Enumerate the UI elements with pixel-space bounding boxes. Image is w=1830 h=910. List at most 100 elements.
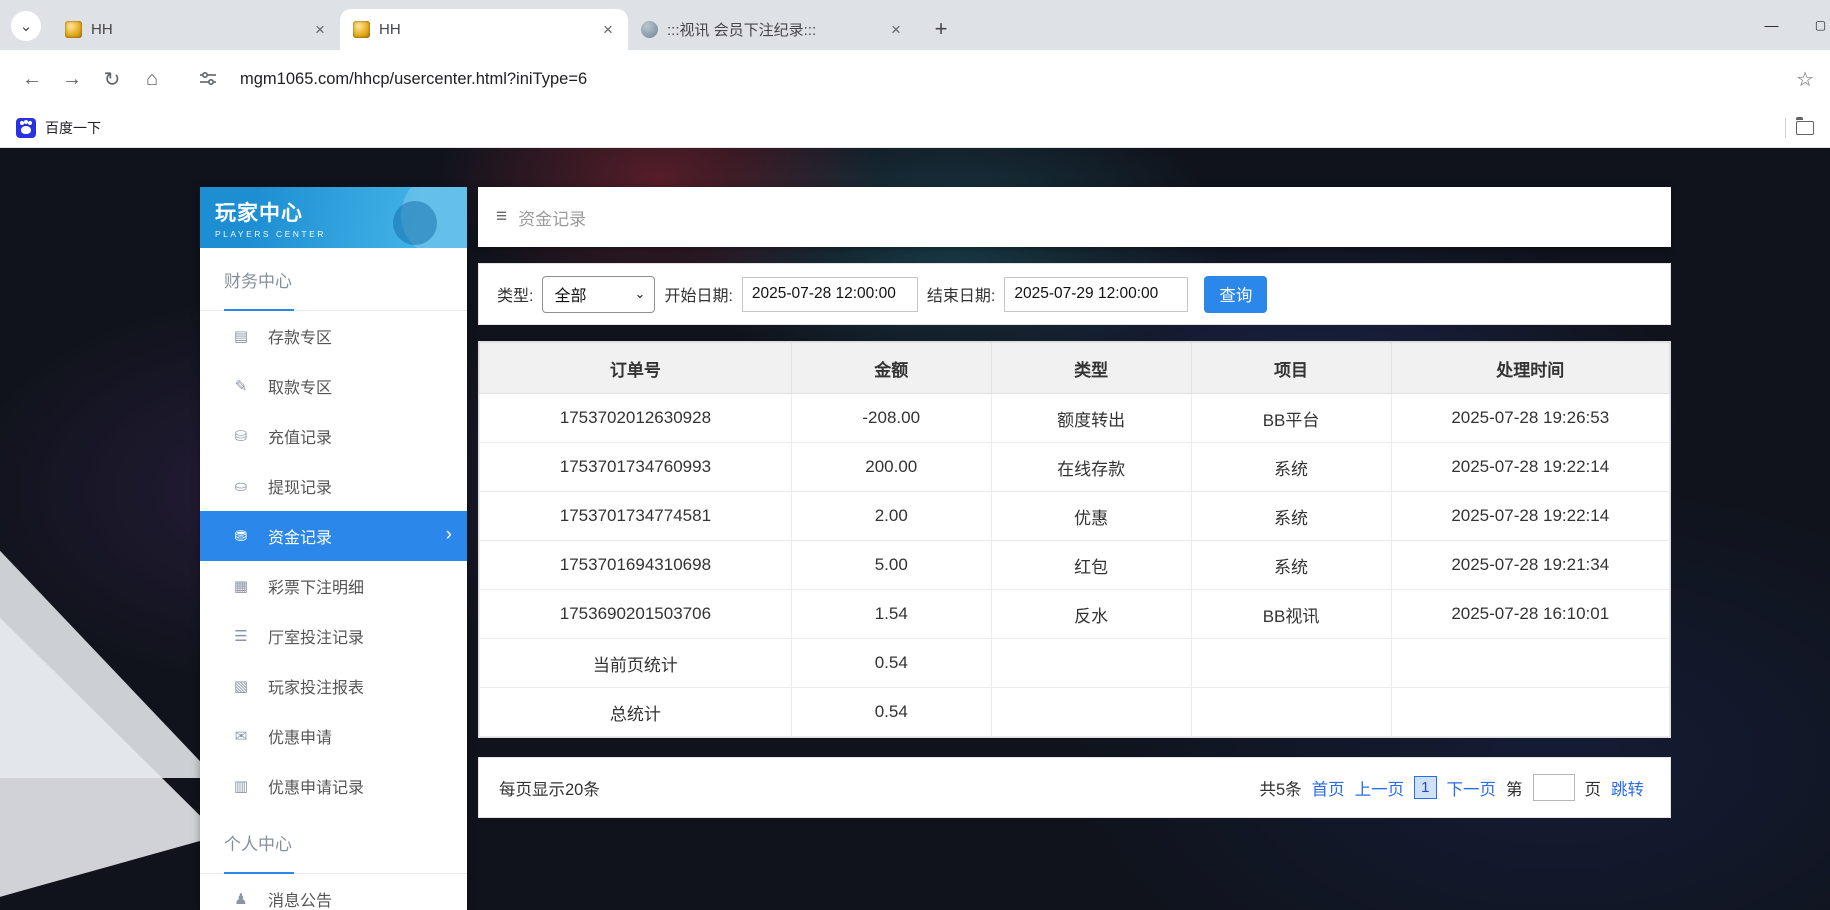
cell-project: 系统: [1191, 492, 1391, 541]
sidebar-title: 玩家中心: [215, 197, 467, 227]
table-row: 1753701734774581 2.00 优惠 系统 2025-07-28 1…: [480, 492, 1670, 541]
cell-empty: [991, 688, 1191, 737]
bookmark-star-icon[interactable]: ☆: [1796, 67, 1814, 92]
tab-label: :::视讯 会员下注纪录:::: [667, 19, 877, 40]
sidebar-item-label: 充值记录: [268, 424, 332, 448]
cell-project: 系统: [1191, 541, 1391, 590]
cell-process-time: 2025-07-28 19:22:14: [1391, 492, 1670, 541]
chevron-right-icon: ›: [446, 524, 452, 546]
sidebar-item-player-bet-report[interactable]: ▧ 玩家投注报表: [200, 661, 467, 711]
funds-records-table-card: 订单号 金额 类型 项目 处理时间 1753702012630928 -208.…: [478, 341, 1671, 738]
cell-empty: [1391, 688, 1670, 737]
jump-button[interactable]: 跳转: [1611, 776, 1644, 800]
player-center-sidebar: 玩家中心 PLAYERS CENTER 财务中心 ▤ 存款专区 ✎ 取款专区 ⛁…: [200, 187, 467, 910]
back-icon[interactable]: ←: [16, 63, 48, 95]
bookmarks-folder-icon[interactable]: [1796, 121, 1814, 135]
cell-label: 总统计: [480, 688, 792, 737]
cell-amount: -208.00: [791, 394, 991, 443]
cell-empty: [1191, 639, 1391, 688]
next-page-link[interactable]: 下一页: [1447, 776, 1497, 800]
jump-label-post: 页: [1585, 776, 1602, 800]
lottery-bet-icon: ▦: [231, 577, 251, 595]
site-info-icon[interactable]: [192, 63, 224, 95]
prev-page-link[interactable]: 上一页: [1355, 776, 1405, 800]
sidebar-item-deposit-zone[interactable]: ▤ 存款专区: [200, 311, 467, 361]
sidebar-item-lottery-bet-details[interactable]: ▦ 彩票下注明细: [200, 561, 467, 611]
cell-amount: 5.00: [791, 541, 991, 590]
funds-record-icon: ⛃: [231, 527, 251, 545]
cell-order-no: 1753701734774581: [480, 492, 792, 541]
cell-project: 系统: [1191, 443, 1391, 492]
reload-icon[interactable]: ↻: [96, 63, 128, 95]
new-tab-button[interactable]: +: [926, 14, 956, 44]
forward-icon[interactable]: →: [56, 63, 88, 95]
cell-empty: [991, 639, 1191, 688]
tab-hh-2-active[interactable]: HH ×: [340, 9, 628, 50]
sidebar-item-label: 资金记录: [268, 524, 332, 548]
tab-strip: ⌄ HH × HH × :::视讯 会员下注纪录::: × + — ▢: [0, 0, 1830, 50]
sidebar-item-message-announcements[interactable]: ♟ 消息公告: [200, 874, 467, 910]
tab-close-icon[interactable]: ×: [886, 20, 906, 40]
current-page-indicator[interactable]: 1: [1414, 776, 1436, 799]
jump-page-input[interactable]: [1533, 774, 1575, 801]
column-header-project: 项目: [1191, 343, 1391, 394]
end-date-input[interactable]: [1004, 277, 1188, 312]
query-button[interactable]: 查询: [1204, 276, 1267, 313]
tab-label: HH: [91, 21, 301, 38]
window-minimize-button[interactable]: —: [1748, 0, 1795, 50]
pagination-bar: 每页显示20条 共5条 首页 上一页 1 下一页 第 页 跳转: [478, 757, 1671, 818]
sidebar-item-label: 消息公告: [268, 887, 332, 910]
sidebar-item-promo-apply[interactable]: ✉ 优惠申请: [200, 711, 467, 761]
cell-type: 在线存款: [991, 443, 1191, 492]
cell-process-time: 2025-07-28 19:26:53: [1391, 394, 1670, 443]
navigation-bar: ← → ↻ ⌂ mgm1065.com/hhcp/usercenter.html…: [0, 50, 1830, 108]
tab-hh-1[interactable]: HH ×: [52, 9, 340, 50]
window-maximize-button[interactable]: ▢: [1797, 0, 1830, 50]
promo-record-icon: ▥: [231, 777, 251, 795]
home-icon[interactable]: ⌂: [136, 63, 168, 95]
per-page-text: 每页显示20条: [499, 776, 600, 800]
jump-label-pre: 第: [1506, 776, 1523, 800]
bookmarks-separator: [1785, 118, 1786, 138]
tab-close-icon[interactable]: ×: [310, 20, 330, 40]
sidebar-header: 玩家中心 PLAYERS CENTER: [200, 187, 467, 248]
sidebar-item-recharge-records[interactable]: ⛁ 充值记录: [200, 411, 467, 461]
promo-apply-icon: ✉: [231, 727, 251, 745]
table-row: 1753702012630928 -208.00 额度转出 BB平台 2025-…: [480, 394, 1670, 443]
address-bar[interactable]: mgm1065.com/hhcp/usercenter.html?iniType…: [240, 70, 1788, 89]
table-row: 1753690201503706 1.54 反水 BB视讯 2025-07-28…: [480, 590, 1670, 639]
hamburger-menu-icon[interactable]: ≡: [496, 206, 507, 228]
chevron-down-icon: ⌄: [635, 286, 646, 302]
sidebar-item-funds-records[interactable]: ⛃ 资金记录 ›: [200, 511, 467, 561]
bookmark-baidu[interactable]: 百度一下: [45, 118, 101, 138]
tab-close-icon[interactable]: ×: [598, 20, 618, 40]
sidebar-item-label: 彩票下注明细: [268, 574, 364, 598]
cell-amount: 2.00: [791, 492, 991, 541]
type-select[interactable]: 全部 ⌄: [542, 276, 655, 313]
cell-label: 当前页统计: [480, 639, 792, 688]
sidebar-item-withdraw-zone[interactable]: ✎ 取款专区: [200, 361, 467, 411]
sidebar-item-promo-apply-records[interactable]: ▥ 优惠申请记录: [200, 761, 467, 811]
cell-type: 红包: [991, 541, 1191, 590]
cell-type: 优惠: [991, 492, 1191, 541]
sidebar-item-withdrawal-records[interactable]: ⛀ 提现记录: [200, 461, 467, 511]
tab-search-button[interactable]: ⌄: [11, 11, 41, 41]
sidebar-item-hall-bet-records[interactable]: ☰ 厅室投注记录: [200, 611, 467, 661]
sidebar-item-label: 优惠申请记录: [268, 774, 364, 798]
tab-betting-records[interactable]: :::视讯 会员下注纪录::: ×: [628, 9, 916, 50]
cell-project: BB视讯: [1191, 590, 1391, 639]
sidebar-item-label: 提现记录: [268, 474, 332, 498]
section-finance-center: 财务中心: [200, 248, 467, 311]
recharge-record-icon: ⛁: [231, 427, 251, 445]
tab-favicon-gold-icon: [353, 21, 370, 38]
bookmarks-bar: 百度一下: [0, 108, 1830, 148]
first-page-link[interactable]: 首页: [1312, 776, 1345, 800]
section-personal-center: 个人中心: [200, 811, 467, 874]
cell-order-no: 1753701694310698: [480, 541, 792, 590]
cell-type: 反水: [991, 590, 1191, 639]
start-date-input[interactable]: [742, 277, 918, 312]
cell-process-time: 2025-07-28 19:21:34: [1391, 541, 1670, 590]
withdraw-icon: ✎: [231, 377, 251, 395]
cell-order-no: 1753690201503706: [480, 590, 792, 639]
cell-amount: 200.00: [791, 443, 991, 492]
